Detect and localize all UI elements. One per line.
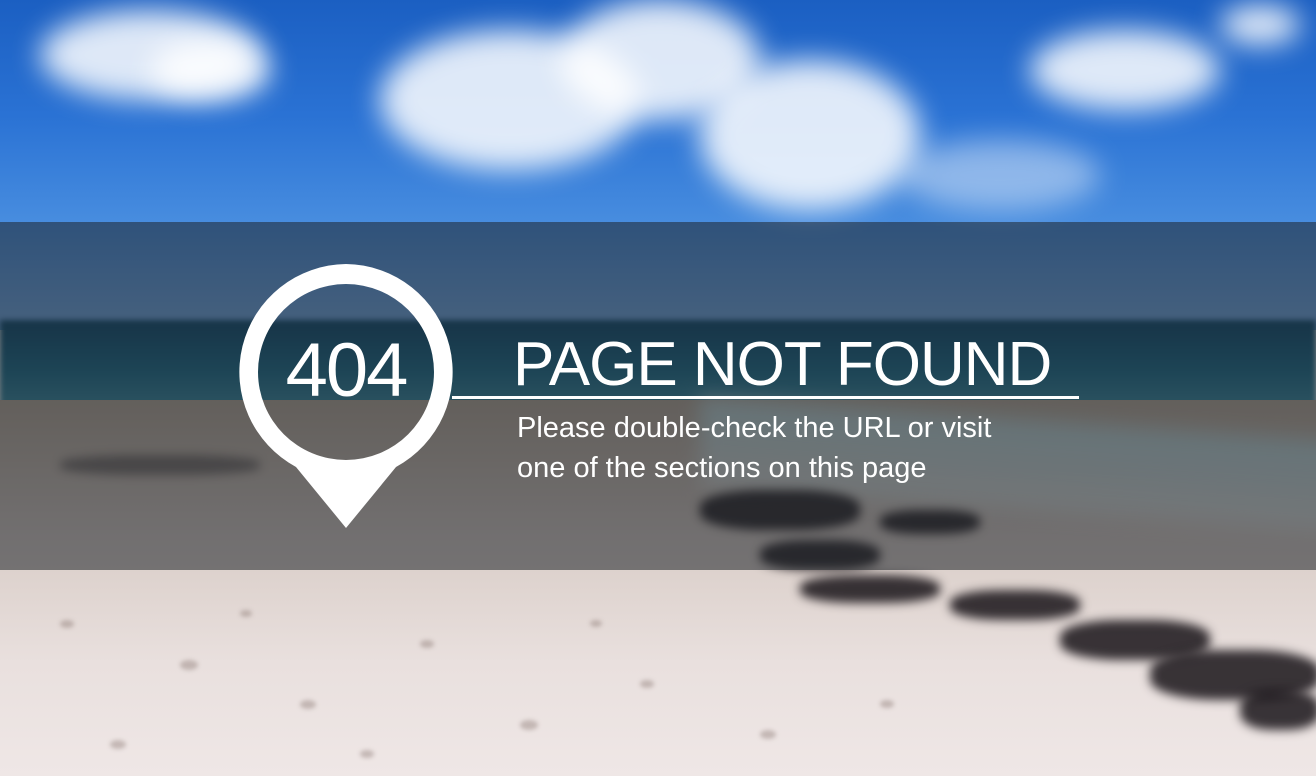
page-title: PAGE NOT FOUND [513,330,1052,399]
error-message-line-1: Please double-check the URL or visit [517,412,992,444]
error-page: 404 PAGE NOT FOUND Please double-check t… [0,0,1316,776]
title-divider [452,396,1079,399]
error-message-line-2: one of the sections on this page [517,452,927,484]
error-code: 404 [285,328,409,413]
error-message: Please double-check the URL or visit one… [517,408,1097,488]
